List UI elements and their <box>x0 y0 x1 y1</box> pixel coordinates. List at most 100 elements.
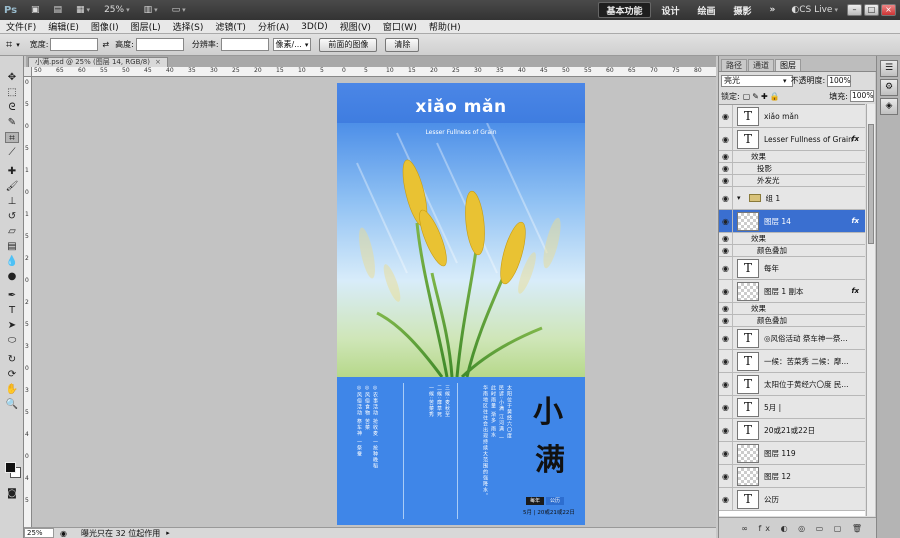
move-tool-icon[interactable]: ✥ <box>5 72 19 83</box>
width-input[interactable] <box>50 38 99 51</box>
clear-button[interactable]: 清除 <box>385 37 420 52</box>
dock-3d-icon[interactable]: ◈ <box>880 98 898 115</box>
layer-effect-row[interactable]: ◉ 效果 <box>719 303 865 315</box>
layer-visibility-eye-icon[interactable]: ◉ <box>719 488 733 510</box>
layer-effect-row[interactable]: ◉ 投影 <box>719 163 865 175</box>
group-expand-icon[interactable]: ▾ <box>737 194 741 202</box>
layer-visibility-eye-icon[interactable]: ◉ <box>719 210 733 232</box>
layers-scrollbar[interactable] <box>866 104 875 516</box>
effect-visibility-eye-icon[interactable]: ◉ <box>719 245 733 256</box>
tab-paths[interactable]: 路径 <box>721 59 747 71</box>
layer-effect-row[interactable]: ◉ 外发光 <box>719 175 865 187</box>
layer-group-row[interactable]: ◉ ▾ 组 1 <box>719 187 865 210</box>
layer-visibility-eye-icon[interactable]: ◉ <box>719 419 733 441</box>
layer-visibility-eye-icon[interactable]: ◉ <box>719 187 733 209</box>
effect-visibility-eye-icon[interactable]: ◉ <box>719 151 733 162</box>
3d-rotate-tool-icon[interactable]: ↻ <box>5 354 19 365</box>
layer-visibility-eye-icon[interactable]: ◉ <box>719 257 733 279</box>
layer-effect-row[interactable]: ◉ 颜色叠加 <box>719 245 865 257</box>
layers-bottom-toolbar[interactable]: ∞ fx ◐ ◎ ▭ ▢ 🗑 <box>719 517 876 538</box>
type-tool-icon[interactable]: T <box>5 305 19 316</box>
layer-effect-row[interactable]: ◉ 效果 <box>719 151 865 163</box>
history-brush-tool-icon[interactable]: ↺ <box>5 211 19 222</box>
layer-visibility-eye-icon[interactable]: ◉ <box>719 280 733 302</box>
blend-dropdown-icon[interactable]: ▾ <box>783 77 787 85</box>
menu-layer[interactable]: 图层(L) <box>125 20 167 33</box>
menu-analysis[interactable]: 分析(A) <box>252 20 295 33</box>
effect-visibility-eye-icon[interactable]: ◉ <box>719 315 733 326</box>
dodge-tool-icon[interactable]: ● <box>5 271 19 282</box>
layer-visibility-eye-icon[interactable]: ◉ <box>719 128 733 150</box>
vertical-ruler[interactable]: 05051015202530354045 <box>24 77 32 527</box>
layer-row[interactable]: ◉ Txiǎo mǎn <box>719 105 865 128</box>
pen-tool-icon[interactable]: ✒ <box>5 290 19 301</box>
eyedropper-tool-icon[interactable]: ⟋ <box>5 147 19 158</box>
layer-fx-icon[interactable]: fx <box>851 217 859 225</box>
layer-effect-row[interactable]: ◉ 效果 <box>719 233 865 245</box>
zoom-tool-icon[interactable]: 🔍 <box>5 399 19 410</box>
layer-visibility-eye-icon[interactable]: ◉ <box>719 373 733 395</box>
close-button[interactable]: × <box>881 4 896 16</box>
path-select-tool-icon[interactable]: ➤ <box>5 320 19 331</box>
document-tab[interactable]: 小满.psd @ 25% (图层 14, RGB/8) × <box>28 57 168 67</box>
front-image-button[interactable]: 前面的图像 <box>319 37 378 52</box>
hand-tool-icon[interactable]: ✋ <box>5 384 19 395</box>
layer-row[interactable]: ◉ T 20或21或22日 <box>719 419 865 442</box>
brush-tool-icon[interactable]: 🖌 <box>5 181 19 192</box>
zoom-level-select[interactable]: 25% ▾ <box>101 3 133 17</box>
view-extras-button[interactable]: ▦ ▾ <box>73 3 93 17</box>
layer-fx-icon[interactable]: fx <box>851 287 859 295</box>
resolution-unit-select[interactable]: 像素/... ▾ <box>272 38 312 51</box>
lock-icons[interactable]: ▢✎✚🔒 <box>743 92 782 101</box>
menu-select[interactable]: 选择(S) <box>167 20 210 33</box>
layer-visibility-eye-icon[interactable]: ◉ <box>719 396 733 418</box>
cs-live-button[interactable]: ◐ CS Live ▾ <box>788 3 841 17</box>
menu-file[interactable]: 文件(F) <box>0 20 42 33</box>
status-arrow-icon[interactable]: ▸ <box>166 529 170 537</box>
tool-preset-dropdown[interactable]: ▾ <box>16 41 20 49</box>
horizontal-ruler[interactable]: 50 65 60 55 50 45 40 35 30 25 20 15 10 5 0 5 10 15 20 25 30 3… <box>32 67 716 77</box>
shape-tool-icon[interactable]: ⬭ <box>5 335 19 346</box>
menu-help[interactable]: 帮助(H) <box>423 20 467 33</box>
lasso-tool-icon[interactable]: ᘓ <box>5 102 19 113</box>
ruler-origin[interactable] <box>24 67 32 77</box>
quick-select-tool-icon[interactable]: ✎ <box>5 117 19 128</box>
layer-effect-row[interactable]: ◉ 颜色叠加 <box>719 315 865 327</box>
height-input[interactable] <box>135 38 184 51</box>
foreground-color-swatch[interactable] <box>5 462 16 473</box>
layer-row[interactable]: ◉ T 每年 <box>719 257 865 280</box>
workspace-photography[interactable]: 摄影 <box>727 2 759 18</box>
artwork-canvas[interactable]: xiǎo mǎn Lesser Fullness of Grain ◎风俗活动 … <box>337 83 585 525</box>
resolution-input[interactable] <box>220 38 269 51</box>
layer-row[interactable]: ◉ T 一候：苦菜秀 二候：靡... <box>719 350 865 373</box>
layer-fx-icon[interactable]: fx <box>851 135 859 143</box>
fill-input[interactable]: 100% <box>850 90 874 102</box>
layer-visibility-eye-icon[interactable]: ◉ <box>719 465 733 487</box>
effect-visibility-eye-icon[interactable]: ◉ <box>719 175 733 186</box>
workspace-essentials[interactable]: 基本功能 <box>598 2 651 18</box>
workspace-painting[interactable]: 绘画 <box>691 2 723 18</box>
status-info-icon[interactable]: ◉ <box>60 529 67 538</box>
effect-visibility-eye-icon[interactable]: ◉ <box>719 233 733 244</box>
dock-layers-icon[interactable]: ☰ <box>880 60 898 77</box>
bridge-icon[interactable]: ▣ <box>28 3 43 17</box>
close-tab-icon[interactable]: × <box>155 58 161 66</box>
blur-tool-icon[interactable]: 💧 <box>5 256 19 267</box>
workspace-design[interactable]: 设计 <box>655 2 687 18</box>
gradient-tool-icon[interactable]: ▤ <box>5 241 19 252</box>
opacity-input[interactable]: 100% <box>827 74 852 87</box>
eraser-tool-icon[interactable]: ▱ <box>5 226 19 237</box>
effect-visibility-eye-icon[interactable]: ◉ <box>719 163 733 174</box>
layer-visibility-eye-icon[interactable]: ◉ <box>719 327 733 349</box>
maximize-button[interactable]: □ <box>864 4 879 16</box>
menu-image[interactable]: 图像(I) <box>85 20 125 33</box>
layer-visibility-eye-icon[interactable]: ◉ <box>719 105 733 127</box>
quick-mask-icon[interactable]: ◙ <box>5 488 19 499</box>
crop-tool-icon[interactable]: ⌗ <box>6 38 12 52</box>
layer-row[interactable]: ◉ T ◎风俗活动 祭车神一祭... <box>719 327 865 350</box>
layer-row[interactable]: ◉ T 5月 | <box>719 396 865 419</box>
3d-orbit-tool-icon[interactable]: ⟳ <box>5 369 19 380</box>
layer-visibility-eye-icon[interactable]: ◉ <box>719 442 733 464</box>
dock-adjust-icon[interactable]: ⚙ <box>880 79 898 96</box>
canvas-area[interactable]: xiǎo mǎn Lesser Fullness of Grain ◎风俗活动 … <box>32 77 716 527</box>
